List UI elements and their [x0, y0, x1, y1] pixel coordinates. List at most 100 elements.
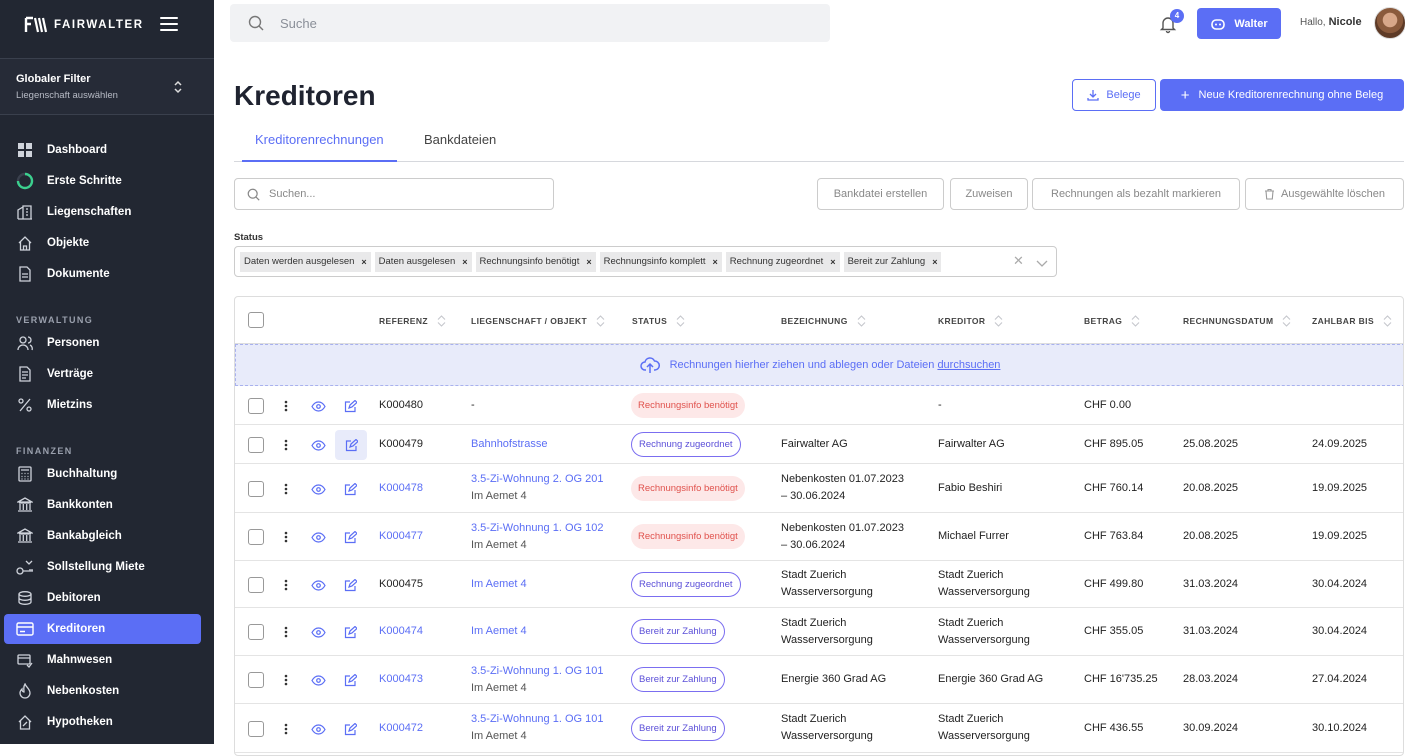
dropzone-text: Rechnungen hierher ziehen und ablegen od…	[669, 359, 935, 371]
edit-icon[interactable]	[341, 576, 359, 594]
tab-bankdateien[interactable]: Bankdateien	[424, 132, 496, 162]
property-object[interactable]: 3.5-Zi-Wohnung 2. OG 201	[471, 471, 603, 488]
eye-icon[interactable]	[309, 480, 327, 498]
edit-icon[interactable]	[341, 528, 359, 546]
property-object[interactable]: 3.5-Zi-Wohnung 1. OG 101	[471, 711, 603, 728]
reference[interactable]: K000478	[379, 480, 423, 497]
table-search-input[interactable]: Suchen...	[234, 178, 554, 210]
property-object[interactable]: Bahnhofstrasse	[471, 436, 547, 453]
sidebar-item-sollstellung-miete[interactable]: Sollstellung Miete	[4, 552, 201, 582]
sidebar-item-erste-schritte[interactable]: Erste Schritte	[4, 166, 201, 196]
column-header[interactable]: LIEGENSCHAFT / OBJEKT	[471, 315, 605, 327]
sidebar-item-kreditoren[interactable]: Kreditoren	[4, 614, 201, 644]
reference[interactable]: K000474	[379, 623, 423, 640]
sidebar-item-dashboard[interactable]: Dashboard	[4, 135, 201, 165]
column-header[interactable]: BEZEICHNUNG	[781, 315, 866, 327]
edit-icon[interactable]	[341, 623, 359, 641]
clear-icon[interactable]: ✕	[1013, 253, 1024, 269]
description: Nebenkosten 01.07.2023	[781, 521, 904, 534]
row-checkbox[interactable]	[248, 577, 264, 593]
column-header[interactable]: RECHNUNGSDATUM	[1183, 315, 1291, 327]
more-vertical-icon[interactable]	[277, 720, 295, 738]
eye-icon[interactable]	[309, 720, 327, 738]
menu-toggle-icon[interactable]	[160, 17, 178, 31]
due-date-cell: 30.04.2024	[1312, 561, 1367, 607]
walter-assistant-button[interactable]: Walter	[1197, 8, 1281, 39]
property-object[interactable]: 3.5-Zi-Wohnung 1. OG 102	[471, 520, 603, 537]
column-header[interactable]: REFERENZ	[379, 315, 446, 327]
sidebar-item-verträge[interactable]: Verträge	[4, 359, 201, 389]
row-checkbox[interactable]	[248, 624, 264, 640]
global-filter[interactable]: Globaler Filter Liegenschaft auswählen	[0, 58, 214, 115]
remove-chip-icon[interactable]: ×	[713, 257, 718, 267]
sidebar-item-mahnwesen[interactable]: Mahnwesen	[4, 645, 201, 675]
property-object[interactable]: Im Aemet 4	[471, 576, 527, 593]
create-bankfile-button[interactable]: Bankdatei erstellen	[817, 178, 944, 210]
tab-kreditorenrechnungen[interactable]: Kreditorenrechnungen	[242, 132, 397, 162]
edit-icon[interactable]	[335, 430, 367, 460]
more-vertical-icon[interactable]	[277, 671, 295, 689]
remove-chip-icon[interactable]: ×	[586, 257, 591, 267]
delete-selected-button[interactable]: Ausgewählte löschen	[1245, 178, 1404, 210]
sidebar-item-objekte[interactable]: Objekte	[4, 228, 201, 258]
avatar[interactable]	[1374, 7, 1405, 39]
remove-chip-icon[interactable]: ×	[830, 257, 835, 267]
remove-chip-icon[interactable]: ×	[462, 257, 467, 267]
sidebar-item-bankkonten[interactable]: Bankkonten	[4, 490, 201, 520]
mark-paid-button[interactable]: Rechnungen als bezahlt markieren	[1032, 178, 1240, 210]
column-header[interactable]: STATUS	[632, 315, 685, 327]
eye-icon[interactable]	[309, 528, 327, 546]
eye-icon[interactable]	[309, 623, 327, 641]
remove-chip-icon[interactable]: ×	[361, 257, 366, 267]
more-vertical-icon[interactable]	[277, 576, 295, 594]
row-checkbox[interactable]	[248, 481, 264, 497]
sidebar-item-dokumente[interactable]: Dokumente	[4, 259, 201, 289]
more-vertical-icon[interactable]	[277, 480, 295, 498]
select-all-checkbox[interactable]	[248, 312, 264, 328]
sidebar-item-nebenkosten[interactable]: Nebenkosten	[4, 676, 201, 706]
status-filter[interactable]: Daten werden ausgelesen × Daten ausgelesen…	[234, 246, 1057, 277]
brand-logo[interactable]: FAIRWALTER	[24, 14, 144, 36]
assign-button[interactable]: Zuweisen	[950, 178, 1028, 210]
row-checkbox[interactable]	[248, 529, 264, 545]
column-header[interactable]: KREDITOR	[938, 315, 1003, 327]
eye-icon[interactable]	[309, 397, 327, 415]
reference[interactable]: K000477	[379, 528, 423, 545]
row-checkbox[interactable]	[248, 672, 264, 688]
remove-chip-icon[interactable]: ×	[932, 257, 937, 267]
column-header[interactable]: BETRAG	[1084, 315, 1140, 327]
sidebar-item-debitoren[interactable]: Debitoren	[4, 583, 201, 613]
belege-button[interactable]: Belege	[1072, 79, 1156, 111]
reference[interactable]: K000472	[379, 720, 423, 737]
more-vertical-icon[interactable]	[277, 397, 295, 415]
row-checkbox[interactable]	[248, 437, 264, 453]
sidebar-item-bankabgleich[interactable]: Bankabgleich	[4, 521, 201, 551]
more-vertical-icon[interactable]	[277, 623, 295, 641]
row-checkbox[interactable]	[248, 398, 264, 414]
property-object[interactable]: Im Aemet 4	[471, 623, 527, 640]
dropzone[interactable]: Rechnungen hierher ziehen und ablegen od…	[235, 344, 1403, 386]
column-header[interactable]: ZAHLBAR BIS	[1312, 315, 1392, 327]
row-checkbox[interactable]	[248, 721, 264, 737]
edit-icon[interactable]	[341, 720, 359, 738]
more-vertical-icon[interactable]	[277, 528, 295, 546]
eye-icon[interactable]	[309, 671, 327, 689]
eye-icon[interactable]	[309, 436, 327, 454]
sidebar-item-hypotheken[interactable]: Hypotheken	[4, 707, 201, 737]
sidebar-item-buchhaltung[interactable]: Buchhaltung	[4, 459, 201, 489]
eye-icon[interactable]	[309, 576, 327, 594]
amount: CHF 436.55	[1084, 721, 1144, 734]
edit-icon[interactable]	[341, 671, 359, 689]
sidebar-item-liegenschaften[interactable]: Liegenschaften	[4, 197, 201, 227]
sidebar-item-mietzins[interactable]: Mietzins	[4, 390, 201, 420]
global-search[interactable]: Suche	[230, 4, 830, 42]
edit-icon[interactable]	[341, 480, 359, 498]
chevron-down-icon[interactable]	[1036, 255, 1048, 273]
more-vertical-icon[interactable]	[277, 436, 295, 454]
new-invoice-button[interactable]: + Neue Kreditorenrechnung ohne Beleg	[1160, 79, 1404, 111]
sidebar-item-personen[interactable]: Personen	[4, 328, 201, 358]
reference[interactable]: K000473	[379, 671, 423, 688]
edit-icon[interactable]	[341, 397, 359, 415]
property-object[interactable]: 3.5-Zi-Wohnung 1. OG 101	[471, 663, 603, 680]
browse-link[interactable]: durchsuchen	[937, 359, 1000, 371]
